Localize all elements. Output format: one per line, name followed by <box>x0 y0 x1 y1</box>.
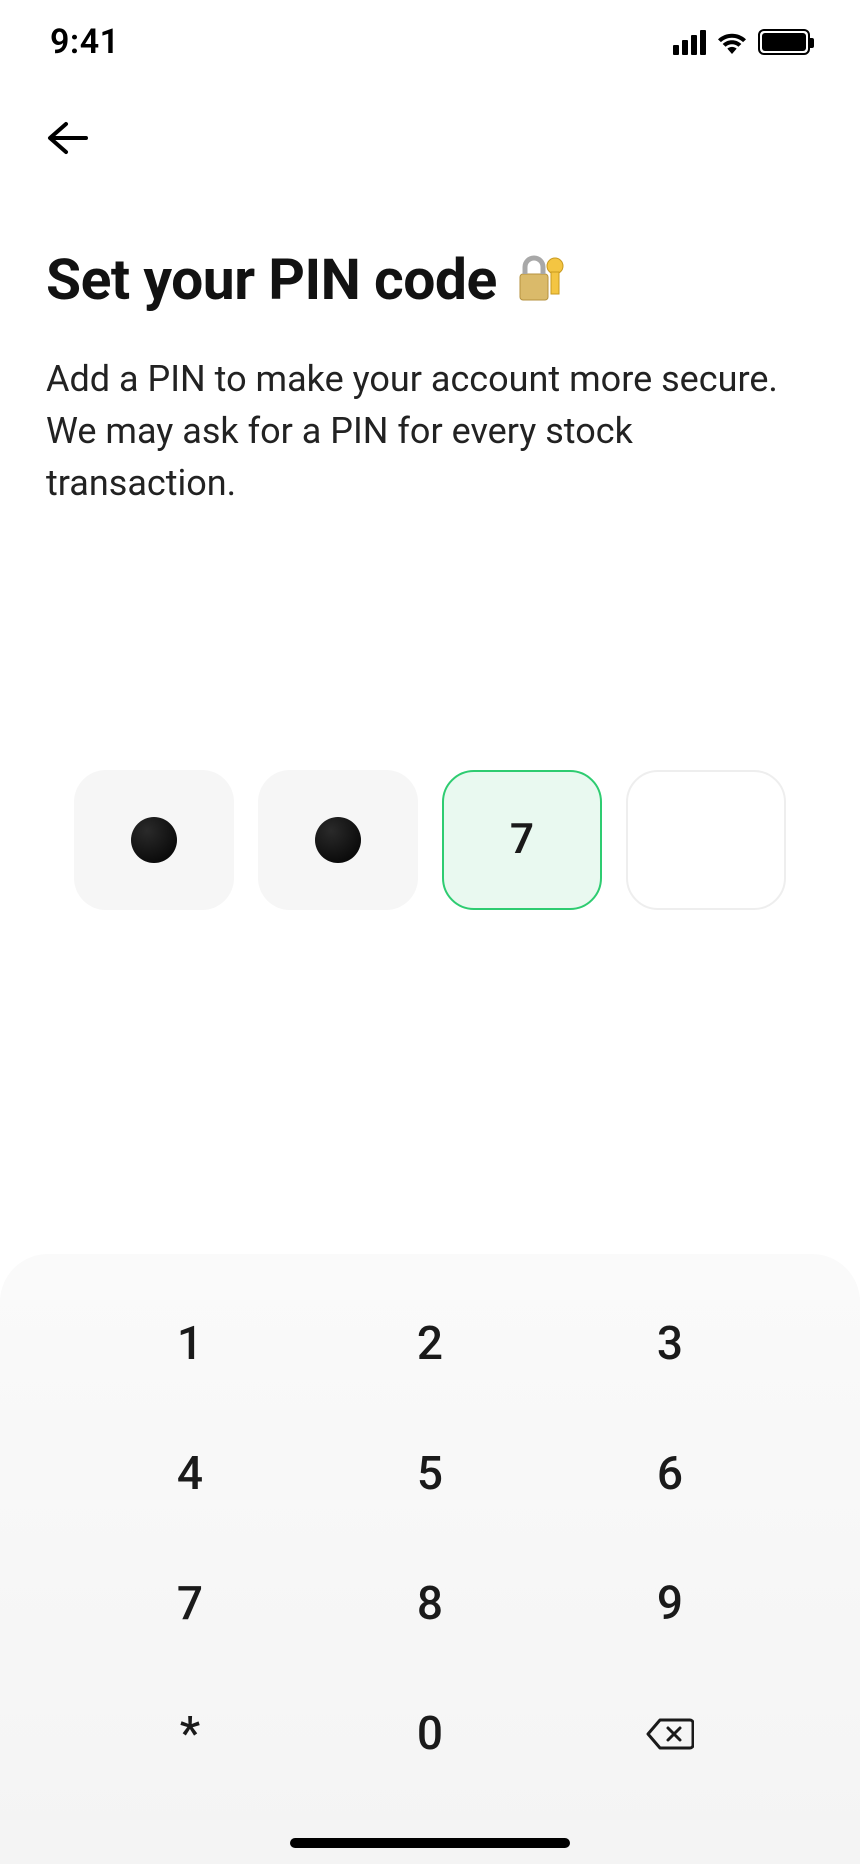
keypad-7[interactable]: 7 <box>70 1574 310 1634</box>
pin-box-4-empty <box>626 770 786 910</box>
status-time: 9:41 <box>50 22 120 62</box>
pin-input-row: 7 <box>0 770 860 910</box>
keypad-6[interactable]: 6 <box>550 1444 790 1504</box>
keypad-4[interactable]: 4 <box>70 1444 310 1504</box>
keypad-1[interactable]: 1 <box>70 1314 310 1374</box>
pin-dot-icon <box>131 817 177 863</box>
cellular-icon <box>673 30 706 55</box>
keypad-0[interactable]: 0 <box>310 1704 550 1764</box>
pin-box-1 <box>74 770 234 910</box>
status-icons <box>673 29 810 55</box>
keypad-3[interactable]: 3 <box>550 1314 790 1374</box>
keypad-backspace[interactable] <box>550 1704 790 1764</box>
keypad-8[interactable]: 8 <box>310 1574 550 1634</box>
padlock-key-icon <box>511 252 567 308</box>
page-subtitle: Add a PIN to make your account more secu… <box>46 353 806 510</box>
keypad-9[interactable]: 9 <box>550 1574 790 1634</box>
pin-current-digit: 7 <box>510 815 534 864</box>
battery-icon <box>758 29 810 55</box>
backspace-icon <box>646 1717 694 1751</box>
numeric-keypad: 1 2 3 4 5 6 7 8 9 * 0 <box>0 1254 860 1864</box>
page-title: Set your PIN code <box>46 246 497 313</box>
home-indicator[interactable] <box>290 1838 570 1848</box>
wifi-icon <box>716 30 748 54</box>
keypad-star[interactable]: * <box>70 1704 310 1764</box>
status-bar: 9:41 <box>0 0 860 60</box>
keypad-5[interactable]: 5 <box>310 1444 550 1504</box>
pin-dot-icon <box>315 817 361 863</box>
back-arrow-icon[interactable] <box>46 120 88 156</box>
pin-box-2 <box>258 770 418 910</box>
pin-box-3-active: 7 <box>442 770 602 910</box>
keypad-2[interactable]: 2 <box>310 1314 550 1374</box>
